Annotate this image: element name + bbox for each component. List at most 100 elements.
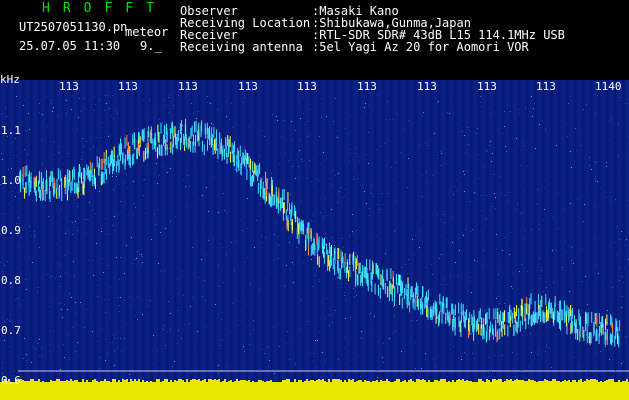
noise-speckle — [400, 152, 401, 153]
noise-speckle — [191, 373, 192, 374]
noise-speckle — [194, 270, 195, 271]
noise-speckle — [462, 302, 463, 303]
noise-speckle — [382, 357, 383, 358]
signal-level-bar — [552, 379, 554, 383]
noise-speckle — [531, 96, 532, 97]
noise-speckle — [53, 141, 54, 142]
noise-speckle — [54, 142, 55, 143]
noise-speckle — [118, 214, 119, 215]
noise-speckle — [149, 189, 150, 190]
noise-speckle — [114, 338, 115, 339]
noise-speckle — [188, 241, 189, 242]
noise-speckle — [487, 151, 488, 152]
signal-level-bar — [394, 381, 396, 383]
noise-speckle — [222, 340, 223, 341]
noise-speckle — [276, 116, 277, 117]
noise-speckle — [198, 111, 199, 112]
noise-speckle — [134, 203, 135, 204]
noise-speckle — [155, 224, 156, 225]
noise-speckle — [243, 346, 244, 347]
signal-level-bar — [256, 382, 258, 383]
noise-speckle — [42, 108, 43, 109]
noise-speckle — [577, 133, 578, 134]
noise-speckle — [437, 215, 438, 216]
noise-speckle — [178, 330, 179, 331]
signal-level-bar — [510, 379, 512, 383]
noise-speckle — [527, 271, 528, 272]
noise-speckle — [9, 320, 10, 321]
noise-speckle — [507, 180, 508, 181]
noise-speckle — [558, 304, 559, 305]
noise-speckle — [474, 102, 475, 103]
signal-level-bar — [336, 379, 338, 383]
noise-speckle — [102, 258, 103, 259]
noise-speckle — [353, 241, 354, 242]
noise-speckle — [529, 111, 530, 112]
noise-speckle — [627, 157, 628, 158]
noise-speckle — [498, 274, 499, 275]
noise-speckle — [344, 295, 345, 296]
noise-speckle — [331, 184, 332, 185]
noise-speckle — [328, 178, 329, 179]
noise-speckle — [83, 146, 84, 147]
noise-speckle — [512, 352, 513, 353]
noise-speckle — [310, 109, 311, 110]
noise-speckle — [379, 209, 380, 210]
noise-speckle — [349, 160, 350, 161]
signal-level-bar — [398, 379, 400, 383]
noise-speckle — [591, 169, 592, 170]
noise-speckle — [166, 105, 167, 106]
noise-speckle — [58, 152, 59, 153]
noise-speckle — [286, 343, 287, 344]
signal-level-bar — [380, 380, 382, 383]
noise-speckle — [100, 267, 101, 268]
noise-speckle — [167, 172, 168, 173]
noise-speckle — [229, 119, 230, 120]
noise-speckle — [67, 335, 68, 336]
noise-speckle — [167, 331, 168, 332]
noise-speckle — [299, 301, 300, 302]
noise-speckle — [147, 286, 148, 287]
noise-speckle — [491, 222, 492, 223]
noise-speckle — [2, 367, 3, 368]
noise-speckle — [619, 222, 620, 223]
noise-speckle — [202, 226, 203, 227]
signal-level-bar — [476, 382, 478, 383]
noise-speckle — [67, 316, 68, 317]
signal-level-bar — [174, 380, 176, 383]
noise-speckle — [274, 234, 275, 235]
noise-speckle — [396, 200, 397, 201]
signal-level-bar — [280, 382, 282, 383]
noise-speckle — [55, 181, 56, 182]
signal-level-bar — [112, 379, 114, 383]
noise-speckle — [423, 112, 424, 113]
signal-level-bar — [68, 381, 70, 383]
noise-speckle — [386, 119, 387, 120]
signal-level-bar — [582, 382, 584, 383]
noise-speckle — [309, 160, 310, 161]
signal-level-bar — [388, 381, 390, 383]
signal-level-bar — [118, 380, 120, 383]
noise-speckle — [546, 346, 547, 347]
noise-speckle — [309, 321, 310, 322]
noise-speckle — [586, 186, 587, 187]
noise-speckle — [141, 189, 142, 190]
noise-speckle — [285, 285, 286, 286]
noise-speckle — [77, 230, 78, 231]
signal-level-bar — [522, 380, 524, 383]
signal-level-bar — [524, 381, 526, 383]
noise-speckle — [88, 260, 89, 261]
noise-speckle — [425, 143, 426, 144]
noise-speckle — [273, 327, 274, 328]
noise-speckle — [442, 254, 443, 255]
noise-speckle — [24, 338, 25, 339]
noise-speckle — [449, 113, 450, 114]
noise-speckle — [78, 356, 79, 357]
noise-speckle — [159, 119, 160, 120]
noise-speckle — [352, 231, 353, 232]
noise-speckle — [56, 243, 57, 244]
signal-level-bar — [218, 379, 220, 383]
noise-speckle — [425, 359, 426, 360]
noise-speckle — [4, 197, 5, 198]
noise-speckle — [55, 278, 56, 279]
